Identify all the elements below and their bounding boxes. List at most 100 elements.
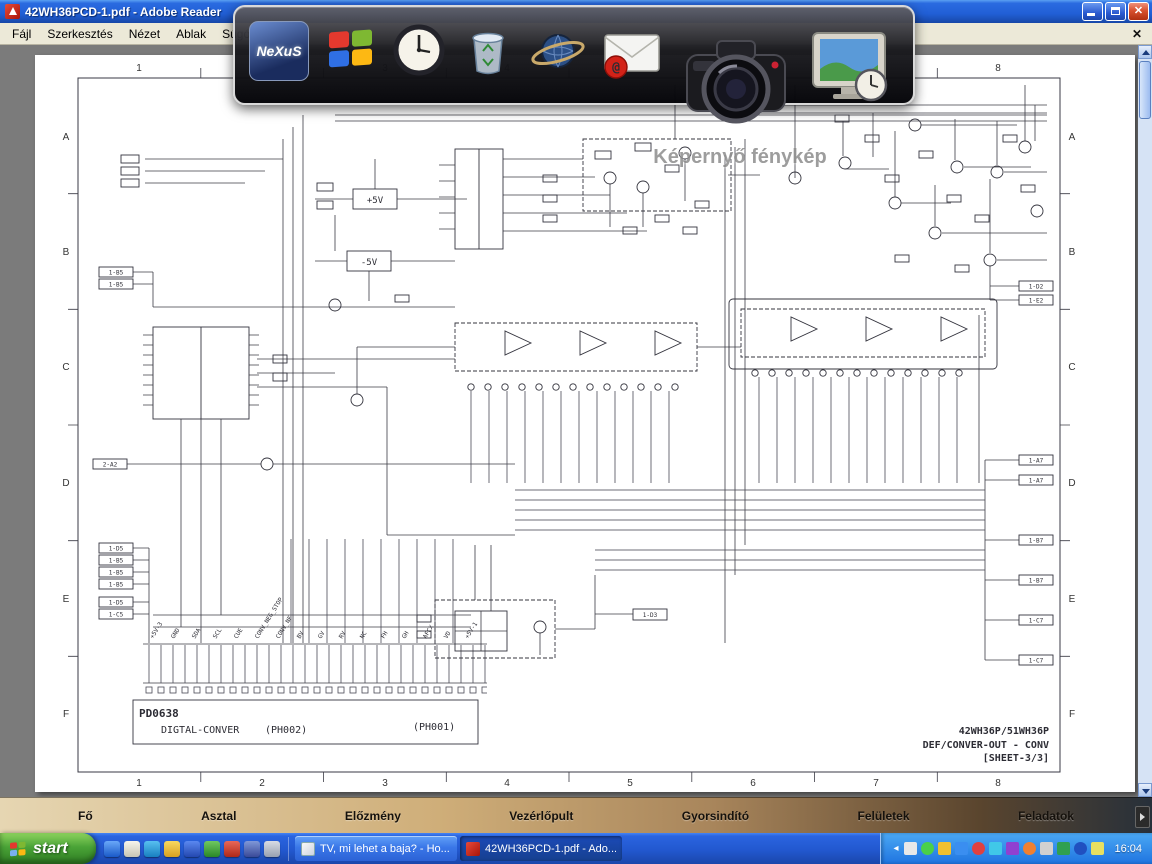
quicklaunch-show-desktop-icon[interactable] xyxy=(124,840,140,857)
restore-button[interactable] xyxy=(1105,2,1126,21)
svg-text:8: 8 xyxy=(995,778,1001,789)
titleblock-function: DEF/CONVER-OUT - CONV xyxy=(923,740,1049,751)
svg-text:E: E xyxy=(63,594,70,605)
svg-text:E: E xyxy=(1069,594,1076,605)
svg-text:@: @ xyxy=(612,61,620,76)
svg-text:B: B xyxy=(1069,247,1076,258)
svg-text:2-A2: 2-A2 xyxy=(103,462,118,469)
board-number: PD0638 xyxy=(139,707,179,720)
svg-text:CUE: CUE xyxy=(233,627,245,640)
tray-collapse-icon[interactable]: ◂ xyxy=(893,843,898,854)
close-document-icon[interactable]: ✕ xyxy=(1126,27,1148,41)
svg-text:6: 6 xyxy=(750,778,756,789)
quicklaunch-winamp-icon[interactable] xyxy=(204,840,220,857)
tray-icon-3[interactable] xyxy=(938,842,952,855)
svg-text:1: 1 xyxy=(136,63,142,74)
quicklaunch-mail-icon[interactable] xyxy=(244,840,260,857)
svg-text:1-B5: 1-B5 xyxy=(109,558,124,565)
menu-file[interactable]: Fájl xyxy=(4,24,39,44)
tray-icon-7[interactable] xyxy=(1006,842,1020,855)
tray-icon-2[interactable] xyxy=(921,842,935,855)
tray-icon-12[interactable] xyxy=(1091,842,1105,855)
board-name: DIGTAL-CONVER xyxy=(161,725,240,736)
start-button[interactable]: start xyxy=(0,833,96,864)
svg-text:GND: GND xyxy=(170,627,182,640)
svg-text:1-B5: 1-B5 xyxy=(109,570,124,577)
quicklaunch-notes-icon[interactable] xyxy=(264,840,280,857)
vertical-scrollbar[interactable] xyxy=(1138,45,1152,797)
tray-icon-8[interactable] xyxy=(1023,842,1037,855)
display-settings-icon[interactable] xyxy=(807,27,897,112)
svg-text:1-B5: 1-B5 xyxy=(109,282,124,289)
tray-icon-6[interactable] xyxy=(989,842,1003,855)
docktab-history[interactable]: Előzmény xyxy=(337,806,409,826)
task-browser-window[interactable]: TV, mi lehet a baja? - Ho... xyxy=(295,836,457,861)
scrollbar-thumb[interactable] xyxy=(1139,61,1151,119)
svg-text:D: D xyxy=(62,478,69,489)
svg-text:2: 2 xyxy=(259,778,265,789)
docktab-desktop[interactable]: Asztal xyxy=(193,806,244,826)
recycle-bin-icon[interactable] xyxy=(459,21,517,84)
quicklaunch-ie-icon[interactable] xyxy=(104,840,120,857)
document-area: 1 2 3 4 5 6 7 8 1 2 3 4 5 6 7 8 A B C D xyxy=(0,45,1152,797)
docktab-main[interactable]: Fő xyxy=(70,806,101,826)
tray-icon-1[interactable] xyxy=(904,842,918,855)
svg-text:7: 7 xyxy=(873,778,879,789)
tray-icon-9[interactable] xyxy=(1040,842,1054,855)
task-buttons: TV, mi lehet a baja? - Ho... 42WH36PCD-1… xyxy=(295,836,622,861)
reg-pos-label: +5V xyxy=(367,196,384,206)
browser-page-icon xyxy=(301,841,315,856)
tray-clock[interactable]: 16:04 xyxy=(1114,843,1142,855)
connector-ph001: (PH001) xyxy=(413,722,455,733)
docktab-control-panel[interactable]: Vezérlőpult xyxy=(501,806,581,826)
pdf-page: 1 2 3 4 5 6 7 8 1 2 3 4 5 6 7 8 A B C D xyxy=(35,55,1135,792)
svg-text:1-D5: 1-D5 xyxy=(109,600,124,607)
svg-text:A: A xyxy=(1069,132,1076,143)
camera-icon[interactable] xyxy=(677,23,795,148)
quicklaunch-irc-icon[interactable] xyxy=(224,840,240,857)
svg-text:1-C7: 1-C7 xyxy=(1029,618,1044,625)
quicklaunch-messenger-icon[interactable] xyxy=(144,840,160,857)
quicklaunch-folder-icon[interactable] xyxy=(164,840,180,857)
svg-text:3: 3 xyxy=(382,778,388,789)
svg-text:B: B xyxy=(63,247,70,258)
menu-edit[interactable]: Szerkesztés xyxy=(39,24,120,44)
menu-view[interactable]: Nézet xyxy=(121,24,168,44)
taskbar: start TV, mi lehet a baja? - Ho... 42WH3… xyxy=(0,833,1152,864)
svg-text:C: C xyxy=(1068,362,1075,373)
svg-text:1-C7: 1-C7 xyxy=(1029,658,1044,665)
svg-text:1-B5: 1-B5 xyxy=(109,582,124,589)
svg-text:C: C xyxy=(62,362,69,373)
svg-text:8: 8 xyxy=(995,63,1001,74)
minimize-button[interactable] xyxy=(1082,2,1103,21)
adobe-reader-icon xyxy=(5,4,20,19)
tray-icon-5[interactable] xyxy=(972,842,986,855)
svg-text:1-B5: 1-B5 xyxy=(109,270,124,277)
svg-text:1-D5: 1-D5 xyxy=(109,546,124,553)
docktab-scroll-right-icon[interactable] xyxy=(1135,806,1150,828)
tray-icon-10[interactable] xyxy=(1057,842,1071,855)
connector-ph002: (PH002) xyxy=(265,725,307,736)
docktab-quicklaunch[interactable]: Gyorsindító xyxy=(674,806,757,826)
start-flag-icon xyxy=(10,841,26,856)
windows-icon[interactable] xyxy=(321,21,379,84)
menu-window[interactable]: Ablak xyxy=(168,24,214,44)
nexus-dock-icon[interactable]: NeXuS xyxy=(249,21,309,81)
email-icon[interactable]: @ xyxy=(599,21,665,88)
svg-text:1-D3: 1-D3 xyxy=(643,612,658,619)
tray-icon-4[interactable] xyxy=(955,842,969,855)
scroll-up-icon[interactable] xyxy=(1138,45,1152,59)
internet-globe-icon[interactable] xyxy=(529,21,587,84)
docktab-surfaces[interactable]: Felületek xyxy=(850,806,918,826)
svg-text:+5V-3: +5V-3 xyxy=(149,621,165,640)
titleblock-model: 42WH36P/51WH36P xyxy=(959,726,1049,737)
tray-icon-11[interactable] xyxy=(1074,842,1088,855)
quicklaunch-media-player-icon[interactable] xyxy=(184,840,200,857)
clock-icon[interactable] xyxy=(391,21,447,84)
close-button[interactable]: ✕ xyxy=(1128,2,1149,21)
task-adobe-reader-window[interactable]: 42WH36PCD-1.pdf - Ado... xyxy=(460,836,622,861)
scroll-down-icon[interactable] xyxy=(1138,783,1152,797)
launcher-dock: NeXuS @ xyxy=(233,5,915,124)
docktab-tasks[interactable]: Feladatok xyxy=(1010,806,1082,826)
circuit-schematic: 1 2 3 4 5 6 7 8 1 2 3 4 5 6 7 8 A B C D xyxy=(62,63,1076,789)
